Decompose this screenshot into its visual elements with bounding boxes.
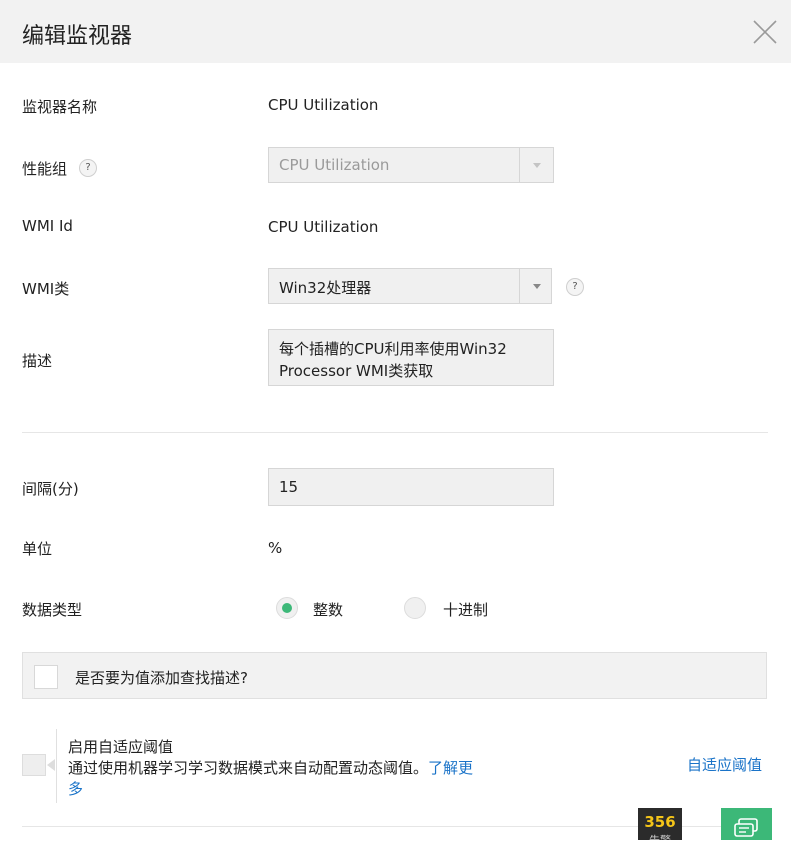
interval-value: 15 — [279, 478, 299, 496]
performance-group-help-icon[interactable]: ? — [79, 159, 97, 177]
adaptive-threshold-toggle[interactable] — [22, 754, 46, 776]
lookup-description-label[interactable]: 是否要为值添加查找描述? — [75, 667, 248, 688]
interval-label: 间隔(分) — [22, 480, 79, 498]
chat-button[interactable] — [721, 808, 772, 840]
decimal-radio-label[interactable]: 十进制 — [443, 599, 488, 620]
adaptive-threshold-link[interactable]: 自适应阈值 — [687, 754, 762, 775]
performance-group-label: 性能组 — [22, 160, 68, 178]
lookup-description-panel: 是否要为值添加查找描述? — [22, 652, 767, 699]
adaptive-threshold-description: 通过使用机器学习学习数据模式来自动配置动态阈值。了解更 — [68, 757, 473, 778]
wmi-class-label: WMI类 — [22, 280, 70, 298]
description-label: 描述 — [22, 352, 53, 370]
alarm-count: 356 — [644, 813, 676, 831]
adaptive-section-rule — [56, 729, 57, 803]
description-line-2: Processor WMI类获取 — [279, 362, 434, 380]
wmi-class-select[interactable]: Win32处理器 — [268, 268, 552, 304]
integer-radio[interactable] — [276, 597, 298, 619]
interval-input[interactable]: 15 — [268, 468, 554, 506]
adaptive-threshold-title: 启用自适应阈值 — [68, 738, 174, 756]
description-line-1: 每个插槽的CPU利用率使用Win32 — [279, 340, 507, 358]
unit-label: 单位 — [22, 540, 53, 558]
description-field[interactable]: 每个插槽的CPU利用率使用Win32 Processor WMI类获取 — [268, 329, 554, 386]
alarm-badge[interactable]: 356 告警 — [638, 808, 682, 840]
chevron-down-icon — [533, 163, 541, 168]
select-divider — [519, 148, 520, 182]
monitor-name-label: 监视器名称 — [22, 98, 98, 116]
performance-group-select: CPU Utilization — [268, 147, 554, 183]
toggle-arrow-icon — [47, 759, 55, 771]
performance-group-select-value: CPU Utilization — [279, 156, 390, 174]
adaptive-threshold-description-text: 通过使用机器学习学习数据模式来自动配置动态阈值。 — [68, 759, 429, 777]
wmi-class-help-icon[interactable]: ? — [566, 278, 584, 296]
close-icon[interactable] — [752, 19, 778, 45]
chat-icon — [734, 818, 758, 837]
unit-value: % — [268, 539, 283, 557]
section-divider — [22, 432, 768, 433]
wmi-id-value: CPU Utilization — [268, 218, 379, 236]
integer-radio-label[interactable]: 整数 — [313, 599, 343, 620]
wmi-class-select-value: Win32处理器 — [279, 279, 372, 297]
monitor-name-value: CPU Utilization — [268, 96, 379, 114]
data-type-label: 数据类型 — [22, 601, 83, 619]
wmi-id-label: WMI Id — [22, 217, 73, 235]
alarm-label: 告警 — [638, 832, 682, 840]
chevron-down-icon[interactable] — [533, 284, 541, 289]
lookup-description-checkbox[interactable] — [34, 665, 58, 689]
select-divider — [519, 269, 520, 303]
decimal-radio[interactable] — [404, 597, 426, 619]
learn-more-link[interactable]: 了解更 — [428, 759, 473, 777]
dialog-title: 编辑监视器 — [22, 24, 133, 49]
learn-more-link-continued[interactable]: 多 — [68, 778, 83, 799]
dialog-header: 编辑监视器 — [0, 0, 791, 63]
